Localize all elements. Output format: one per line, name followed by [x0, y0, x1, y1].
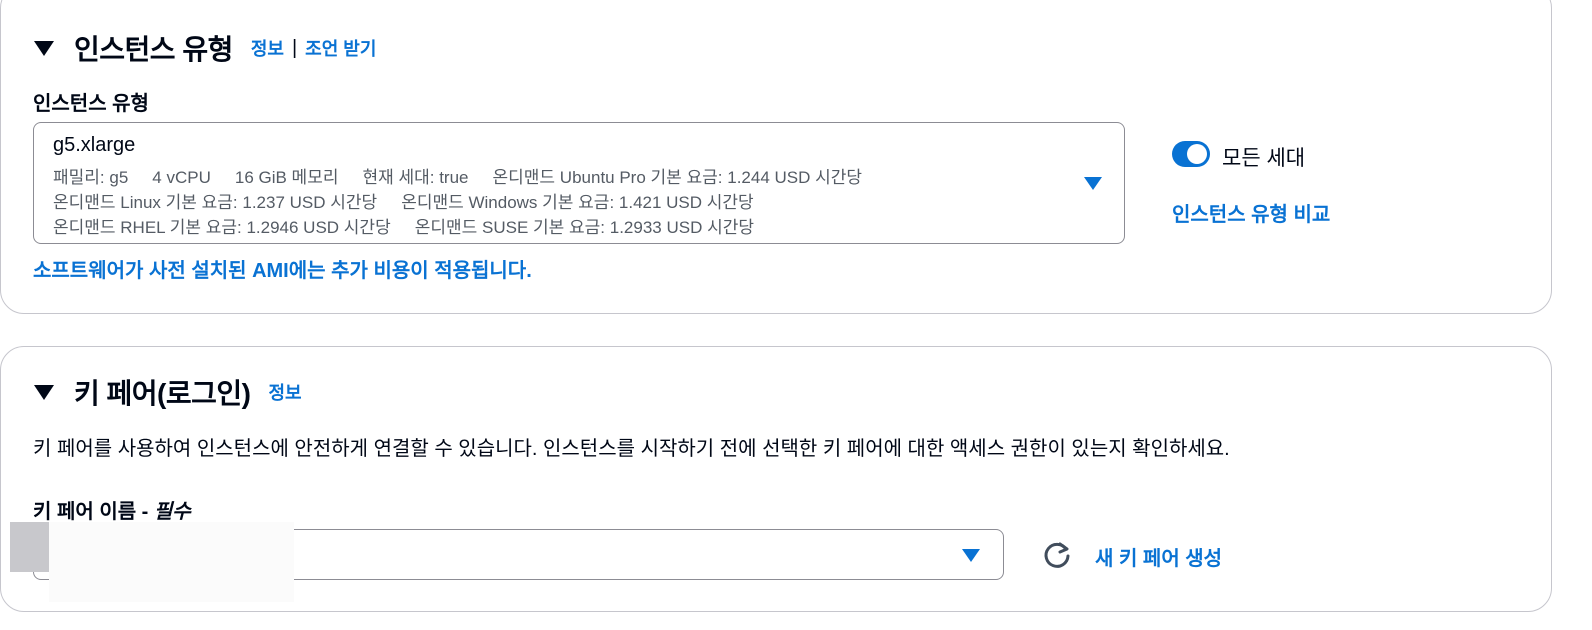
family-text: 패밀리: g5	[53, 168, 129, 187]
refresh-icon[interactable]	[1042, 540, 1072, 570]
key-pair-title: 키 페어(로그인)	[74, 378, 251, 409]
suse-price-text: 온디맨드 SUSE 기본 요금: 1.2933 USD 시간당	[414, 218, 755, 237]
key-pair-description: 키 페어를 사용하여 인스턴스에 안전하게 연결할 수 있습니다. 인스턴스를 …	[33, 438, 1230, 460]
instance-type-desc-line1: 패밀리: g5 4 vCPU 16 GiB 메모리 현재 세대: true 온디맨드 U…	[53, 163, 886, 188]
instance-type-header[interactable]: 인스턴스 유형 정보 | 조언 받기	[34, 28, 376, 68]
all-generations-toggle[interactable]	[1172, 141, 1210, 167]
create-key-pair-link[interactable]: 새 키 페어 생성	[1095, 542, 1222, 571]
ubuntu-pro-price-text: 온디맨드 Ubuntu Pro 기본 요금: 1.244 USD 시간당	[492, 168, 863, 187]
key-pair-name-label: 키 페어 이름 - 필수	[33, 495, 191, 524]
instance-type-field-label: 인스턴스 유형	[33, 93, 149, 115]
instance-type-info-link[interactable]: 정보	[251, 35, 284, 61]
required-label: 필수	[153, 501, 191, 523]
key-pair-header[interactable]: 키 페어(로그인) 정보	[34, 372, 302, 412]
vcpu-text: 4 vCPU	[152, 168, 211, 187]
collapse-caret-icon[interactable]	[34, 40, 54, 56]
collapse-caret-icon[interactable]	[34, 384, 54, 400]
toggle-knob	[1187, 144, 1207, 164]
memory-text: 16 GiB 메모리	[234, 168, 339, 187]
rhel-price-text: 온디맨드 RHEL 기본 요금: 1.2946 USD 시간당	[53, 218, 391, 237]
linux-price-text: 온디맨드 Linux 기본 요금: 1.237 USD 시간당	[53, 193, 378, 212]
link-separator: |	[291, 36, 298, 59]
instance-type-select[interactable]: g5.xlarge 패밀리: g5 4 vCPU 16 GiB 메모리 현재 세대: …	[33, 122, 1125, 244]
ami-cost-notice-link[interactable]: 소프트웨어가 사전 설치된 AMI에는 추가 비용이 적용됩니다.	[33, 254, 532, 283]
caret-down-icon[interactable]	[962, 549, 980, 562]
instance-type-value: g5.xlarge	[53, 134, 136, 156]
instance-type-desc-line2: 온디맨드 Linux 기본 요금: 1.237 USD 시간당 온디맨드 Wind…	[53, 188, 778, 213]
redaction-block	[10, 522, 49, 572]
all-generations-label: 모든 세대	[1222, 147, 1306, 170]
windows-price-text: 온디맨드 Windows 기본 요금: 1.421 USD 시간당	[401, 193, 754, 212]
instance-type-desc-line3: 온디맨드 RHEL 기본 요금: 1.2946 USD 시간당 온디맨드 SUSE…	[53, 213, 778, 238]
instance-type-title: 인스턴스 유형	[74, 34, 233, 65]
get-advice-link[interactable]: 조언 받기	[305, 35, 376, 61]
compare-instance-types-link[interactable]: 인스턴스 유형 비교	[1172, 198, 1330, 227]
caret-down-icon[interactable]	[1084, 177, 1102, 190]
key-pair-info-link[interactable]: 정보	[269, 379, 302, 405]
redaction-block	[49, 522, 294, 602]
current-gen-text: 현재 세대: true	[362, 168, 469, 187]
key-pair-name-label-text: 키 페어 이름 -	[33, 501, 154, 523]
